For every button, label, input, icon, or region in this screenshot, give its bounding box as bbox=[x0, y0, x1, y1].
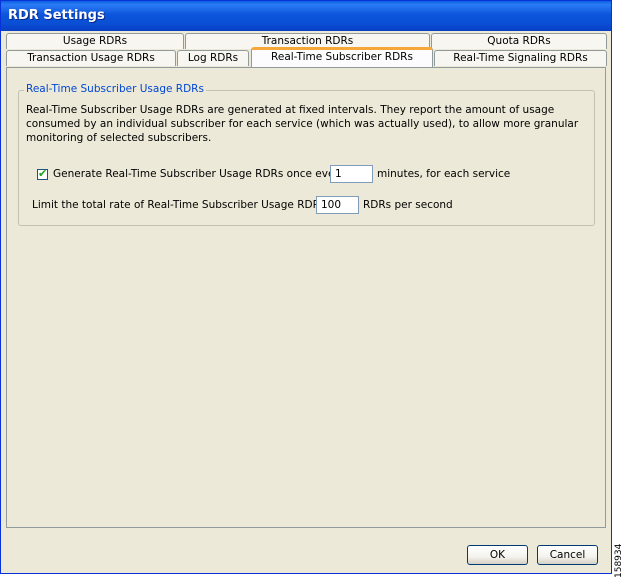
tab-real-time-signaling-rdrs[interactable]: Real-Time Signaling RDRs bbox=[434, 50, 607, 66]
title-bar: RDR Settings bbox=[1, 1, 611, 31]
group-title: Real-Time Subscriber Usage RDRs bbox=[24, 83, 206, 95]
tab-real-time-subscriber-rdrs[interactable]: Real-Time Subscriber RDRs bbox=[251, 47, 433, 67]
interval-minutes-input[interactable]: 1 bbox=[330, 165, 373, 183]
tab-usage-rdrs[interactable]: Usage RDRs bbox=[6, 33, 184, 49]
limit-rate-suffix-label: RDRs per second bbox=[363, 199, 453, 211]
window-title: RDR Settings bbox=[8, 8, 105, 23]
tab-quota-rdrs[interactable]: Quota RDRs bbox=[431, 33, 607, 49]
check-icon: ✔ bbox=[38, 167, 48, 180]
rdr-settings-window: RDR Settings Usage RDRs Transaction RDRs… bbox=[0, 0, 612, 574]
ok-button[interactable]: OK bbox=[467, 545, 528, 565]
tab-log-rdrs[interactable]: Log RDRs bbox=[177, 50, 249, 66]
limit-rate-input[interactable]: 100 bbox=[316, 196, 359, 214]
figure-number: 158934 bbox=[614, 543, 624, 578]
cancel-button[interactable]: Cancel bbox=[537, 545, 598, 565]
tab-panel: Real-Time Subscriber Usage RDRs Real-Tim… bbox=[6, 67, 606, 528]
tab-transaction-usage-rdrs[interactable]: Transaction Usage RDRs bbox=[6, 50, 176, 66]
real-time-subscriber-usage-group: Real-Time Subscriber Usage RDRs Real-Tim… bbox=[18, 83, 595, 226]
generate-rdrs-label: Generate Real-Time Subscriber Usage RDRs… bbox=[53, 168, 345, 180]
interval-suffix-label: minutes, for each service bbox=[377, 168, 511, 180]
limit-rate-label: Limit the total rate of Real-Time Subscr… bbox=[32, 199, 340, 211]
generate-rdrs-checkbox[interactable]: ✔ bbox=[37, 167, 48, 180]
group-description: Real-Time Subscriber Usage RDRs are gene… bbox=[26, 104, 579, 144]
